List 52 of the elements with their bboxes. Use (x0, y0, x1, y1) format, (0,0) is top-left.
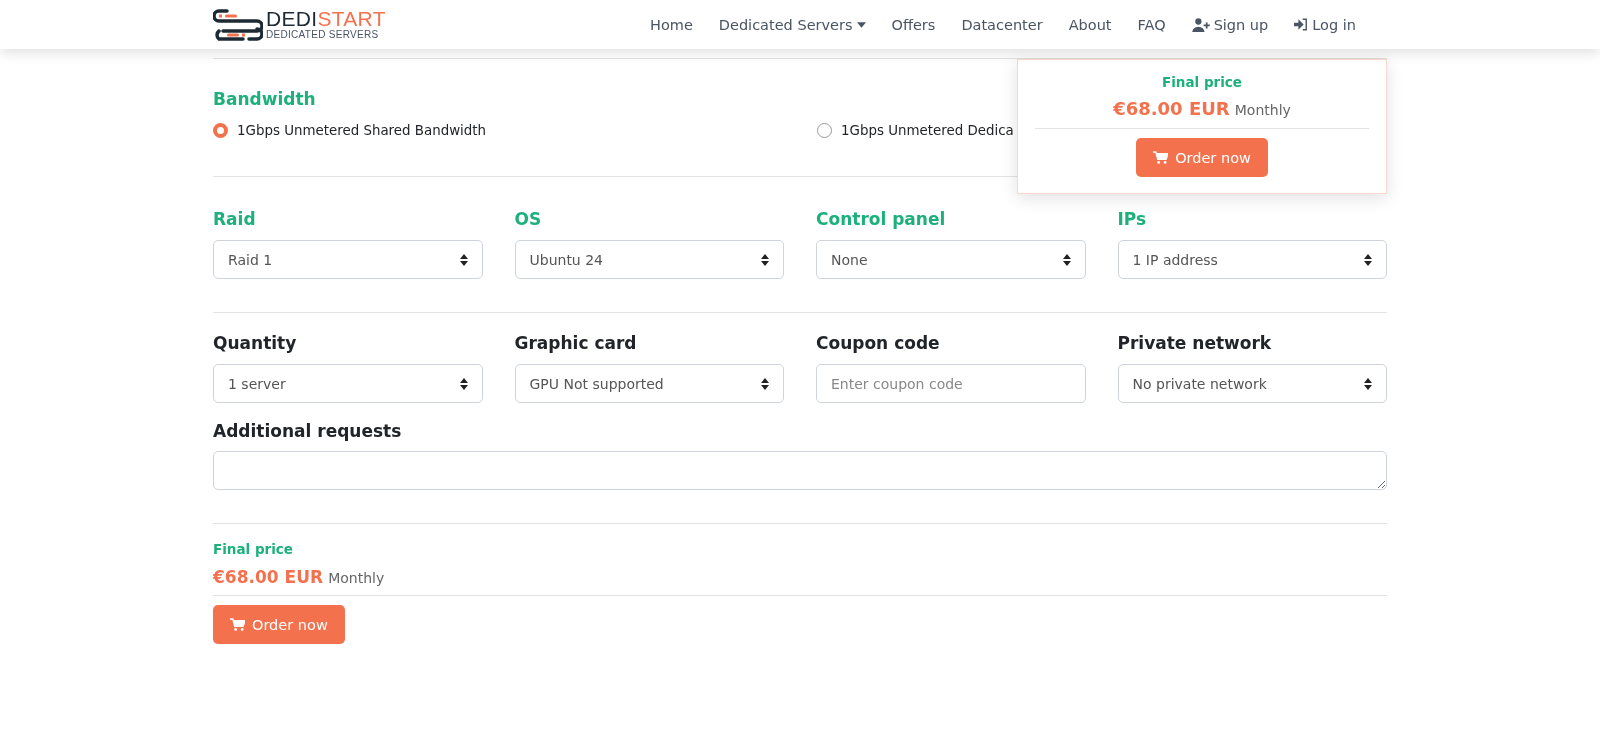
field-label: Private network (1117, 333, 1273, 353)
logo-wordmark: DEDISTART (266, 9, 386, 29)
select-field[interactable]: 1 server (213, 364, 483, 403)
radio-button[interactable] (817, 123, 832, 138)
field-label: IPs (1117, 209, 1148, 229)
sort-icon (459, 253, 468, 266)
field-label: Quantity (213, 333, 298, 353)
nav-link[interactable]: Log in (1281, 16, 1369, 33)
field-label: Raid (213, 209, 257, 229)
radio-label: 1Gbps Unmetered Shared Bandwidth (237, 123, 487, 138)
login-icon (1294, 18, 1309, 31)
nav-link[interactable]: Home (637, 16, 706, 33)
price-period: Monthly (328, 570, 385, 586)
caret-icon (856, 21, 866, 28)
text-area[interactable] (213, 451, 1387, 490)
sort-icon (1062, 253, 1071, 266)
nav-link[interactable]: About (1055, 16, 1125, 33)
select-field[interactable]: Ubuntu 24 (514, 240, 784, 279)
user-plus-icon (1191, 17, 1210, 32)
price-title: Final price (213, 541, 294, 557)
input-field[interactable]: Enter coupon code (816, 364, 1086, 403)
nav-link[interactable]: FAQ (1124, 16, 1179, 33)
select-field[interactable]: GPU Not supported (514, 364, 784, 403)
select-field[interactable]: None (816, 240, 1086, 279)
field-label: OS (514, 209, 543, 229)
field-label: Coupon code (816, 333, 941, 353)
price: €68.00 EUR (213, 567, 324, 587)
sort-icon (761, 253, 769, 266)
radio-button[interactable] (213, 123, 228, 138)
radio-label: 1Gbps Unmetered Dedica (841, 123, 1014, 138)
nav-link[interactable]: Datacenter (948, 16, 1056, 33)
logo-tagline: DEDICATED SERVERS (266, 29, 380, 40)
logo-icon (213, 7, 263, 42)
nav-link[interactable]: Offers (878, 16, 949, 33)
nav-link[interactable]: Sign up (1178, 16, 1282, 33)
price-period: Monthly (1234, 102, 1291, 118)
field-label: Additional requests (213, 421, 403, 441)
sort-icon (1364, 377, 1372, 390)
select-field[interactable]: No private network (1117, 364, 1387, 403)
sort-icon (459, 377, 468, 390)
sort-icon (1364, 253, 1372, 266)
select-field[interactable]: Raid 1 (213, 240, 483, 279)
price: €68.00 EUR (1113, 98, 1230, 119)
section-heading: Bandwidth (213, 89, 316, 109)
cart-icon (1153, 151, 1169, 164)
price-title: Final price (1162, 74, 1242, 90)
cart-icon (230, 618, 245, 631)
sort-icon (761, 377, 769, 390)
select-field[interactable]: 1 IP address (1117, 240, 1387, 279)
nav-link[interactable]: Dedicated Servers (705, 16, 879, 33)
field-label: Control panel (816, 209, 947, 229)
field-label: Graphic card (514, 333, 638, 353)
